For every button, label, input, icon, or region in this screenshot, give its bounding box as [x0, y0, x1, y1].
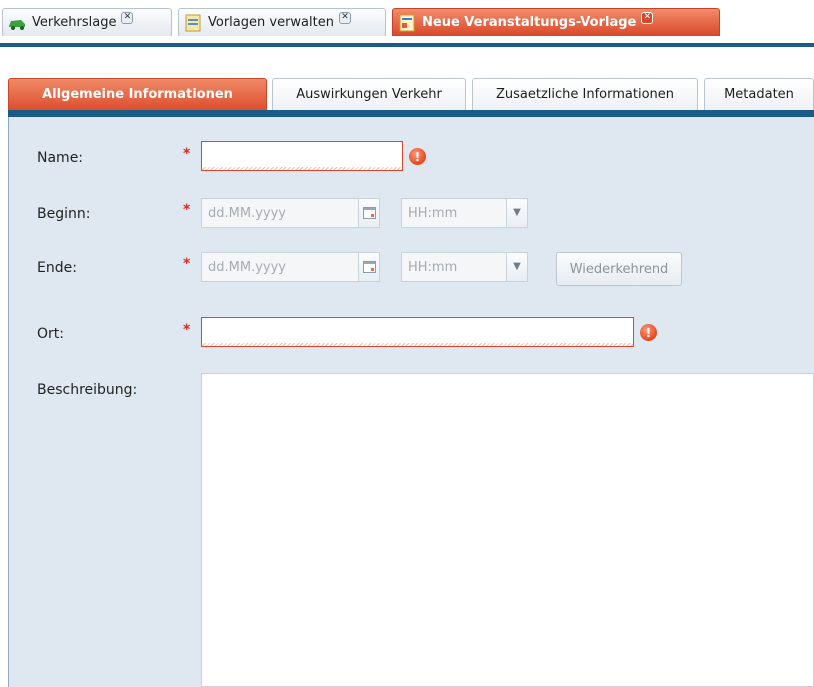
tab-auswirkungen-verkehr[interactable]: Auswirkungen Verkehr: [272, 78, 466, 110]
recurring-button[interactable]: Wiederkehrend: [556, 252, 682, 286]
ende-label: Ende:: [37, 260, 77, 276]
close-icon[interactable]: ✕: [641, 11, 654, 24]
beginn-date-input[interactable]: [201, 198, 359, 228]
required-marker: *: [183, 322, 191, 338]
required-marker: *: [183, 146, 191, 162]
tab-strip-divider: [0, 43, 814, 47]
tab-allgemeine-informationen[interactable]: Allgemeine Informationen: [8, 78, 267, 110]
tab-label: Allgemeine Informationen: [42, 87, 233, 102]
form-tab-strip: [8, 110, 814, 117]
close-icon[interactable]: ✕: [338, 11, 351, 24]
doc-tab-neue-veranstaltungs-vorlage[interactable]: Neue Veranstaltungs-Vorlage ✕: [392, 8, 720, 36]
chevron-down-icon[interactable]: ▼: [507, 198, 528, 228]
tab-zusaetzliche-informationen[interactable]: Zusaetzliche Informationen: [472, 78, 698, 110]
document-tab-bar: Verkehrslage ✕ Vorlagen verwalten ✕ Neue…: [0, 0, 814, 47]
tab-metadaten[interactable]: Metadaten: [704, 78, 814, 110]
doc-tab-label: Verkehrslage: [32, 14, 117, 30]
name-input[interactable]: [201, 141, 403, 171]
name-label: Name:: [37, 150, 84, 166]
error-icon: !: [640, 324, 657, 341]
calendar-document-icon: [399, 14, 415, 31]
ort-input[interactable]: [201, 317, 634, 347]
doc-tab-label: Neue Veranstaltungs-Vorlage: [422, 14, 637, 30]
document-icon: [185, 14, 201, 31]
beginn-label: Beginn:: [37, 206, 91, 222]
chevron-down-icon[interactable]: ▼: [507, 252, 528, 282]
car-icon: [9, 19, 25, 30]
tab-label: Zusaetzliche Informationen: [495, 87, 675, 102]
error-icon: !: [409, 148, 426, 165]
beschreibung-textarea[interactable]: [201, 373, 814, 687]
tab-label: Metadaten: [724, 87, 794, 102]
doc-tab-vorlagen-verwalten[interactable]: Vorlagen verwalten ✕: [178, 8, 386, 36]
calendar-icon[interactable]: [359, 198, 380, 228]
tab-label: Auswirkungen Verkehr: [296, 87, 442, 102]
doc-tab-verkehrslage[interactable]: Verkehrslage ✕: [2, 8, 172, 36]
required-marker: *: [183, 202, 191, 218]
calendar-icon[interactable]: [359, 252, 380, 282]
close-icon[interactable]: ✕: [121, 11, 134, 24]
ende-time-input[interactable]: [401, 252, 507, 282]
beschreibung-label: Beschreibung:: [37, 382, 138, 398]
ort-label: Ort:: [37, 326, 64, 342]
doc-tab-label: Vorlagen verwalten: [208, 14, 334, 30]
required-marker: *: [183, 256, 191, 272]
ende-date-input[interactable]: [201, 252, 359, 282]
beginn-time-input[interactable]: [401, 198, 507, 228]
